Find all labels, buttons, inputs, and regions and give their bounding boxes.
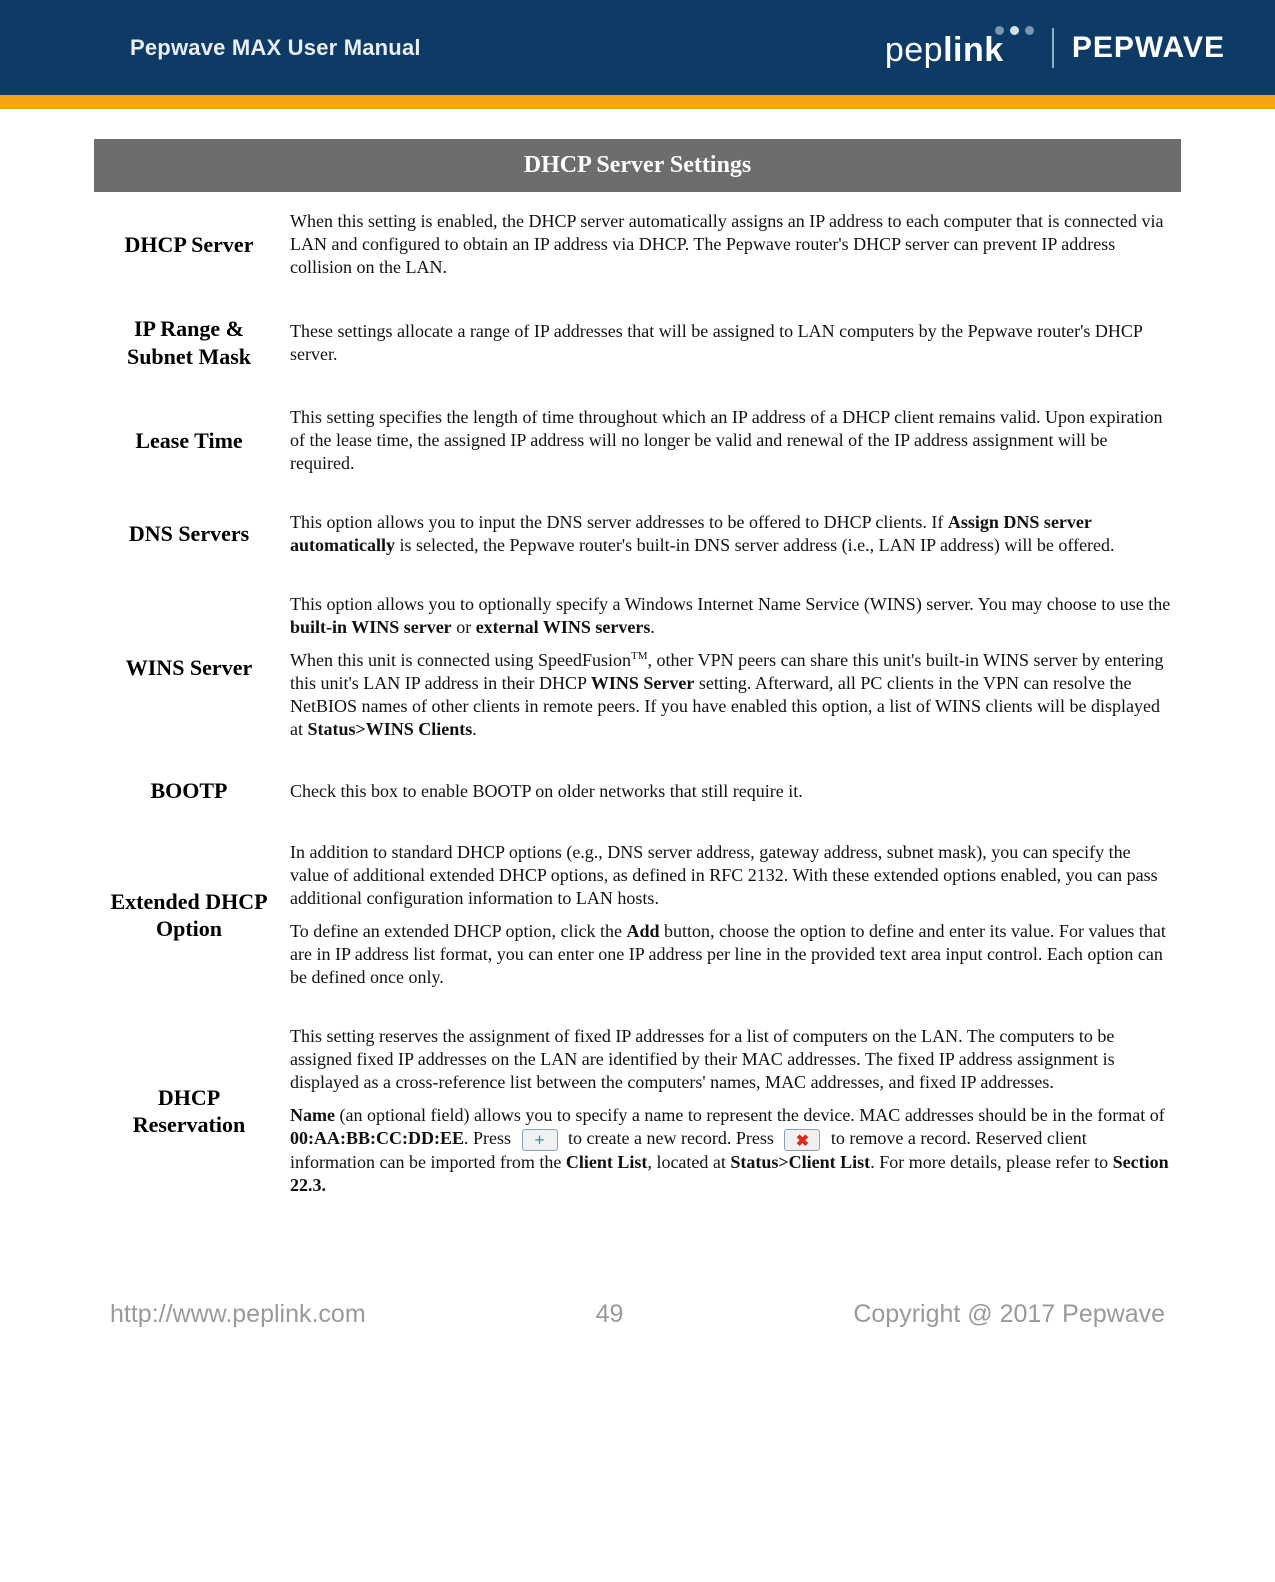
table-title: DHCP Server Settings [94,139,1181,192]
footer: http://www.peplink.com 49 Copyright @ 20… [0,1300,1275,1329]
row-label-reservation: DHCP Reservation [94,1007,284,1215]
add-record-icon[interactable]: + [522,1129,558,1151]
footer-copyright: Copyright @ 2017 Pepwave [853,1300,1165,1329]
row-label-bootp: BOOTP [94,759,284,823]
text-bold: Client List [566,1152,648,1172]
text: is selected, the Pepwave router's built-… [395,535,1115,555]
table-row: DNS Servers This option allows you to in… [94,493,1181,575]
text: . [650,617,655,637]
brand-dots-icon [995,26,1034,35]
text: . For more details, please refer to [870,1152,1112,1172]
table-row: WINS Server This option allows you to op… [94,575,1181,759]
table-row: IP Range & Subnet Mask These settings al… [94,297,1181,388]
text-bold: external WINS servers [476,617,651,637]
table-row: Lease Time This setting specifies the le… [94,388,1181,493]
table-row: BOOTP Check this box to enable BOOTP on … [94,759,1181,823]
row-label-lease-time: Lease Time [94,388,284,493]
text-bold: WINS Server [591,673,694,693]
trademark-sup: TM [631,650,648,662]
text: to create a new record. Press [564,1128,779,1148]
text: , located at [647,1152,730,1172]
text: . Press [464,1128,516,1148]
text: or [452,617,476,637]
doc-title: Pepwave MAX User Manual [130,35,421,61]
row-desc-lease-time: This setting specifies the length of tim… [284,388,1181,493]
text-bold: Status>WINS Clients [308,719,473,739]
brand-block: peplink PEPWAVE [885,26,1225,70]
text-bold: Name [290,1105,335,1125]
row-desc-extended: In addition to standard DHCP options (e.… [284,823,1181,1007]
brand-peplink-thin: pep [885,31,943,69]
table-row: DHCP Server When this setting is enabled… [94,192,1181,297]
row-desc-ip-range: These settings allocate a range of IP ad… [284,297,1181,388]
text-bold: Status>Client List [730,1152,870,1172]
content: DHCP Server Settings DHCP Server When th… [0,109,1275,1215]
row-desc-wins-server: This option allows you to optionally spe… [284,575,1181,759]
row-label-wins-server: WINS Server [94,575,284,759]
row-desc-dns-servers: This option allows you to input the DNS … [284,493,1181,575]
manual-page: Pepwave MAX User Manual peplink PEPWAVE … [0,0,1275,1582]
brand-peplink-bold: link [943,31,1004,69]
dhcp-settings-table: DHCP Server Settings DHCP Server When th… [94,139,1181,1215]
text: (an optional field) allows you to specif… [335,1105,1165,1125]
brand-divider-icon [1052,28,1054,68]
text: In addition to standard DHCP options (e.… [290,841,1173,910]
text: This option allows you to input the DNS … [290,512,948,532]
footer-page-number: 49 [596,1300,624,1329]
text: When this unit is connected using SpeedF… [290,650,631,670]
text: . [472,719,477,739]
accent-strip [0,95,1275,109]
header-bar: Pepwave MAX User Manual peplink PEPWAVE [0,0,1275,95]
text-bold: Add [627,921,660,941]
text: This option allows you to optionally spe… [290,594,1170,614]
footer-url: http://www.peplink.com [110,1300,366,1329]
text-bold: built-in WINS server [290,617,452,637]
brand-left: peplink [885,26,1034,70]
table-row: DHCP Reservation This setting reserves t… [94,1007,1181,1215]
row-desc-reservation: This setting reserves the assignment of … [284,1007,1181,1215]
row-label-dns-servers: DNS Servers [94,493,284,575]
brand-word-pepwave: PEPWAVE [1072,31,1225,65]
row-label-ip-range: IP Range & Subnet Mask [94,297,284,388]
row-desc-dhcp-server: When this setting is enabled, the DHCP s… [284,192,1181,297]
text-bold: 00:AA:BB:CC:DD:EE [290,1128,464,1148]
row-label-dhcp-server: DHCP Server [94,192,284,297]
brand-word-peplink: peplink [885,31,1004,70]
table-row: Extended DHCP Option In addition to stan… [94,823,1181,1007]
row-desc-bootp: Check this box to enable BOOTP on older … [284,759,1181,823]
text: To define an extended DHCP option, click… [290,921,627,941]
table-title-row: DHCP Server Settings [94,139,1181,192]
remove-record-icon[interactable]: ✖ [784,1129,820,1151]
text: This setting reserves the assignment of … [290,1025,1173,1094]
row-label-extended: Extended DHCP Option [94,823,284,1007]
